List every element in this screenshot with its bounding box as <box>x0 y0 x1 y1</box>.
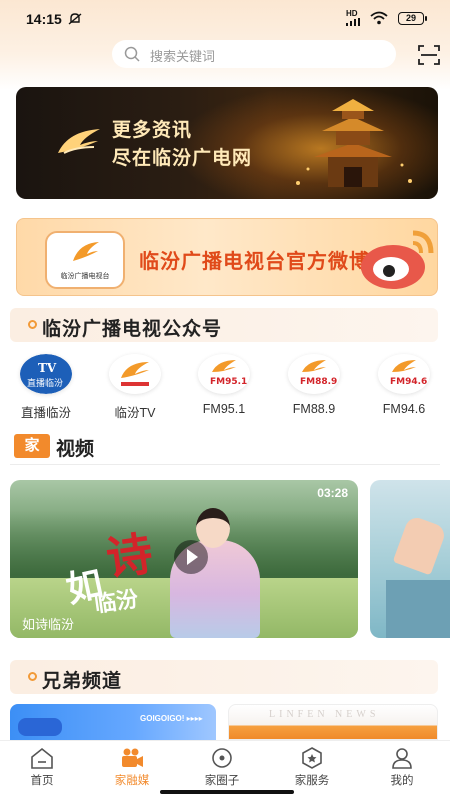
video-caption: 如诗临汾 <box>22 617 75 632</box>
sibling-channels-title: 兄弟频道 <box>42 671 123 692</box>
tab-label: 家圈子 <box>204 775 240 787</box>
weibo-banner-title: 临汾广播电视台官方微博 <box>139 251 370 273</box>
video-camera-icon <box>122 748 143 767</box>
svg-text:直播临汾: 直播临汾 <box>27 377 63 389</box>
weibo-icon <box>361 230 434 289</box>
video-thumbnail-figure-head <box>196 508 230 548</box>
channel-label: 直播临汾 <box>20 406 71 420</box>
scan-icon[interactable] <box>418 44 440 66</box>
station-logo-icon <box>73 242 99 261</box>
search-placeholder: 搜索关键词 <box>150 49 216 64</box>
circle-community-icon <box>212 748 232 768</box>
search-icon <box>124 46 140 62</box>
fm889-icon: FM88.9 <box>288 354 340 394</box>
linfen-broadcast-logo-icon <box>58 129 100 154</box>
tab-label: 我的 <box>390 775 414 787</box>
promo-banner-official-weibo[interactable]: 临汾广播电视台 临汾广播电视台官方微博 <box>16 218 438 296</box>
tab-label: 首页 <box>30 775 54 787</box>
video-section-title: 视频 <box>56 439 95 460</box>
tab-circle[interactable]: 家圈子 <box>182 745 262 789</box>
tab-profile[interactable]: 我的 <box>362 745 442 789</box>
status-bar: 14:15 HD 29 <box>0 8 450 32</box>
home-tag-badge: 家 <box>14 434 50 458</box>
search-input[interactable]: 搜索关键词 <box>112 40 396 68</box>
mute-bell-icon <box>68 13 82 25</box>
tab-home[interactable]: 首页 <box>2 745 82 789</box>
video-card-next[interactable] <box>370 480 450 638</box>
drum-tower-illustration <box>296 99 412 187</box>
linfen-tv-icon <box>109 354 161 394</box>
tab-label: 家融媒 <box>114 775 150 787</box>
sibling-channel-card[interactable]: GOIGOIGO! ▸▸▸▸ <box>10 704 216 740</box>
channel-label: 临汾TV <box>114 406 156 420</box>
svg-text:FM94.6: FM94.6 <box>390 377 427 387</box>
channel-label: FM88.9 <box>292 402 336 416</box>
banner-headline-1: 更多资讯 <box>112 120 193 141</box>
channel-label: FM94.6 <box>382 402 426 416</box>
channel-live-linfen[interactable]: TV 直播临汾 直播临汾 <box>8 354 84 426</box>
svg-text:FM95.1: FM95.1 <box>210 377 247 387</box>
chat-bubble-icon <box>18 718 62 736</box>
video-duration: 03:28 <box>317 486 348 500</box>
wifi-icon <box>370 11 388 25</box>
channel-fm946[interactable]: FM94.6 FM94.6 <box>366 354 442 426</box>
fm951-icon: FM95.1 <box>198 354 250 394</box>
signal-icon <box>346 18 360 26</box>
video-card-poetic-linfen[interactable]: 如 诗 临汾 03:28 如诗临汾 <box>10 480 358 638</box>
section-dot-icon <box>28 320 37 329</box>
tv-live-icon: TV 直播临汾 <box>20 354 72 394</box>
channel-fm889[interactable]: FM88.9 FM88.9 <box>276 354 352 426</box>
fm946-icon: FM94.6 <box>378 354 430 394</box>
play-icon[interactable] <box>174 540 208 574</box>
user-icon <box>392 748 412 769</box>
divider <box>10 464 440 465</box>
svg-text:TV: TV <box>38 361 57 375</box>
channel-linfen-tv[interactable]: 临汾TV <box>97 354 173 426</box>
sibling-card-text: GOIGOIGO! ▸▸▸▸ <box>140 714 203 723</box>
video-thumbnail-base <box>386 580 450 638</box>
star-badge-icon <box>302 747 322 769</box>
station-badge-text: 临汾广播电视台 <box>60 273 110 280</box>
home-indicator <box>160 790 294 794</box>
video-overlay-shi: 诗 <box>102 526 156 586</box>
video-overlay-place: 临汾 <box>92 586 140 618</box>
channel-label: FM95.1 <box>202 402 246 416</box>
battery-indicator: 29 <box>398 12 427 25</box>
tab-media[interactable]: 家融媒 <box>92 745 172 789</box>
tab-label: 家服务 <box>294 775 330 787</box>
banner-headline-2: 尽在临汾广电网 <box>112 148 253 169</box>
status-time: 14:15 <box>26 11 62 27</box>
svg-text:FM88.9: FM88.9 <box>300 377 337 387</box>
channel-fm951[interactable]: FM95.1 FM95.1 <box>186 354 262 426</box>
section-dot-icon <box>28 672 37 681</box>
station-badge: 临汾广播电视台 <box>45 231 125 289</box>
promo-banner-linfen-news[interactable]: 更多资讯 尽在临汾广电网 <box>16 87 438 199</box>
official-accounts-title: 临汾广播电视公众号 <box>42 319 223 340</box>
sibling-channel-card[interactable]: LINFEN NEWS <box>228 704 438 740</box>
sibling-channels-header: 兄弟频道 <box>10 660 438 694</box>
sibling-card-text: LINFEN NEWS <box>269 709 380 720</box>
home-icon <box>31 747 53 769</box>
network-hd-label: HD <box>346 9 358 18</box>
video-thumbnail-shape <box>392 514 448 576</box>
official-accounts-header: 临汾广播电视公众号 <box>10 308 438 342</box>
tab-services[interactable]: 家服务 <box>272 745 352 789</box>
